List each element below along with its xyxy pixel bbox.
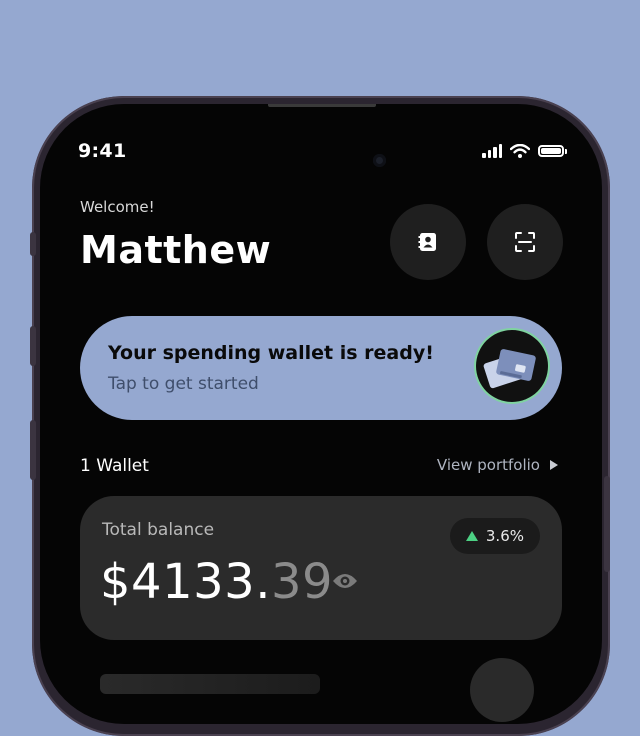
view-portfolio-link[interactable]: View portfolio <box>437 456 558 474</box>
status-bar: 9:41 <box>40 104 602 167</box>
view-portfolio-label: View portfolio <box>436 456 540 474</box>
power-button <box>604 476 610 572</box>
change-percent: 3.6% <box>485 527 524 545</box>
play-arrow-icon <box>550 460 558 470</box>
wallet-count: 1 Wallet <box>80 456 149 476</box>
status-icons <box>482 144 567 158</box>
phone-screen: 9:41 Welcome! Matthew Your spending wall… <box>40 104 602 724</box>
balance-whole: $4133. <box>100 554 271 610</box>
contacts-button[interactable] <box>390 204 466 280</box>
mute-switch <box>30 232 36 256</box>
volume-down-button <box>30 420 36 480</box>
change-badge: 3.6% <box>449 518 540 554</box>
trend-up-icon <box>465 531 478 541</box>
status-time: 9:41 <box>78 140 127 162</box>
balance-amount: $4133.39 <box>100 552 333 612</box>
eye-icon[interactable] <box>332 572 358 590</box>
total-balance-label: Total balance <box>102 520 215 540</box>
banner-subtitle: Tap to get started <box>108 374 259 394</box>
spending-wallet-banner[interactable]: Your spending wallet is ready! Tap to ge… <box>80 316 562 420</box>
next-section-button[interactable] <box>470 658 534 722</box>
welcome-text: Welcome! <box>80 198 155 216</box>
wifi-icon <box>510 144 530 158</box>
volume-up-button <box>30 326 36 366</box>
next-section-text <box>100 674 320 694</box>
signal-icon <box>482 144 502 158</box>
banner-title: Your spending wallet is ready! <box>108 342 434 364</box>
user-name: Matthew <box>80 228 272 272</box>
front-camera <box>373 154 386 167</box>
contact-card-icon <box>418 233 436 251</box>
wallet-cards-icon <box>483 349 536 389</box>
banner-thumbnail <box>476 330 548 402</box>
battery-icon <box>538 145 567 157</box>
balance-card[interactable]: Total balance $4133.39 3.6% <box>80 496 562 640</box>
qr-scan-icon <box>515 232 535 252</box>
balance-cents: 39 <box>270 554 334 610</box>
scan-button[interactable] <box>487 204 563 280</box>
